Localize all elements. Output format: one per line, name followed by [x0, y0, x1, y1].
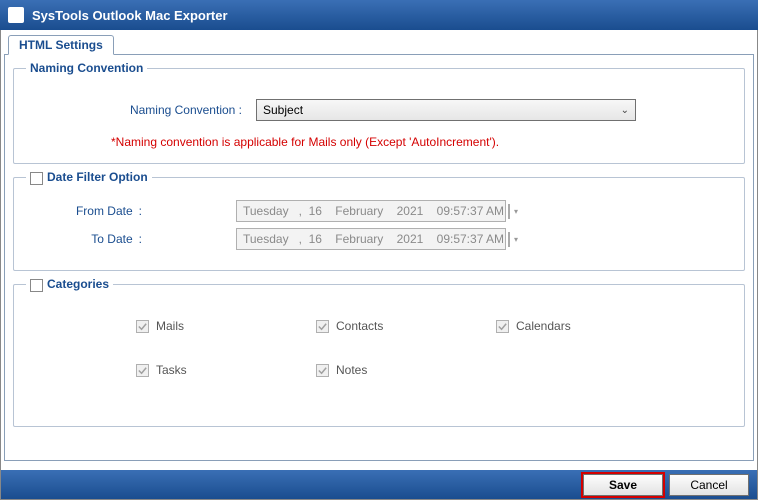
- checkbox-icon: [316, 320, 329, 333]
- datepicker-from-value: Tuesday , 16 February 2021 09:57:37 AM: [243, 204, 504, 218]
- legend-naming-convention: Naming Convention: [26, 61, 147, 75]
- calendar-icon: [508, 204, 510, 219]
- row-naming: Naming Convention : Subject ⌄: [26, 99, 732, 121]
- checkbox-date-filter-enable[interactable]: [30, 172, 43, 185]
- label-to-date: To Date:: [26, 232, 156, 246]
- category-contacts[interactable]: Contacts: [316, 319, 486, 333]
- label-naming-convention: Naming Convention :: [26, 103, 256, 117]
- row-from-date: From Date: Tuesday , 16 February 2021 09…: [26, 200, 732, 222]
- legend-text: Date Filter Option: [47, 170, 148, 184]
- checkbox-icon: [136, 320, 149, 333]
- app-title: SysTools Outlook Mac Exporter: [32, 8, 228, 23]
- legend-text: Naming Convention: [30, 61, 143, 75]
- app-icon: [8, 7, 24, 23]
- categories-grid: Mails Contacts Calendars Tasks Notes: [26, 301, 732, 395]
- datepicker-to[interactable]: Tuesday , 16 February 2021 09:57:37 AM ▾: [236, 228, 506, 250]
- save-button[interactable]: Save: [583, 474, 663, 496]
- category-mails[interactable]: Mails: [136, 319, 306, 333]
- checkbox-icon: [136, 364, 149, 377]
- cancel-button[interactable]: Cancel: [669, 474, 749, 496]
- naming-note: *Naming convention is applicable for Mai…: [111, 135, 732, 149]
- tab-html-settings[interactable]: HTML Settings: [8, 35, 114, 55]
- chevron-down-icon: ▾: [514, 235, 518, 244]
- checkbox-icon: [316, 364, 329, 377]
- group-date-filter: Date Filter Option From Date: Tuesday , …: [13, 170, 745, 271]
- category-label: Calendars: [516, 319, 571, 333]
- group-naming-convention: Naming Convention Naming Convention : Su…: [13, 61, 745, 164]
- checkbox-icon: [496, 320, 509, 333]
- title-bar: SysTools Outlook Mac Exporter: [0, 0, 758, 30]
- group-categories: Categories Mails Contacts Calendars Tas: [13, 277, 745, 427]
- select-naming-convention[interactable]: Subject ⌄: [256, 99, 636, 121]
- button-label: Cancel: [690, 478, 727, 492]
- tab-label: HTML Settings: [19, 38, 103, 52]
- category-label: Contacts: [336, 319, 383, 333]
- category-label: Notes: [336, 363, 367, 377]
- button-label: Save: [609, 478, 637, 492]
- legend-date-filter: Date Filter Option: [26, 170, 152, 184]
- calendar-icon: [508, 232, 510, 247]
- content-area: HTML Settings Naming Convention Naming C…: [0, 30, 758, 470]
- legend-text: Categories: [47, 277, 109, 291]
- datepicker-to-value: Tuesday , 16 February 2021 09:57:37 AM: [243, 232, 504, 246]
- tab-strip: HTML Settings: [5, 34, 753, 55]
- chevron-down-icon: ⌄: [621, 105, 629, 116]
- select-value: Subject: [263, 103, 303, 117]
- checkbox-categories-enable[interactable]: [30, 279, 43, 292]
- label-from-date: From Date:: [26, 204, 156, 218]
- datepicker-from[interactable]: Tuesday , 16 February 2021 09:57:37 AM ▾: [236, 200, 506, 222]
- category-notes[interactable]: Notes: [316, 363, 486, 377]
- legend-categories: Categories: [26, 277, 113, 291]
- category-calendars[interactable]: Calendars: [496, 319, 666, 333]
- footer-bar: Save Cancel: [0, 470, 758, 500]
- chevron-down-icon: ▾: [514, 207, 518, 216]
- row-to-date: To Date: Tuesday , 16 February 2021 09:5…: [26, 228, 732, 250]
- category-tasks[interactable]: Tasks: [136, 363, 306, 377]
- tab-body: Naming Convention Naming Convention : Su…: [4, 54, 754, 461]
- category-label: Mails: [156, 319, 184, 333]
- category-label: Tasks: [156, 363, 187, 377]
